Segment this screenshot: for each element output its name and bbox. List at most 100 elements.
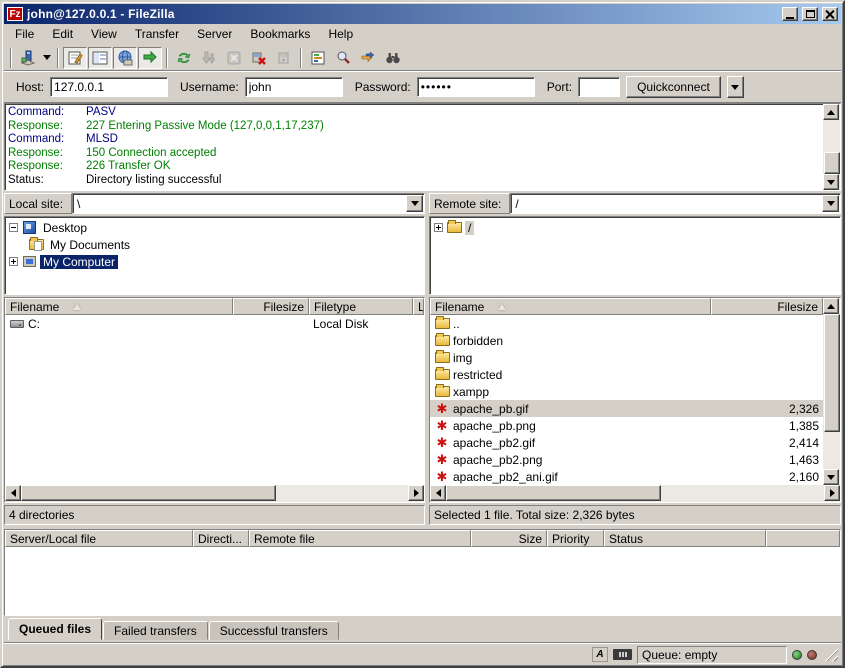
password-input[interactable] (417, 77, 535, 97)
file-row-selected[interactable]: ✱apache_pb.gif2,326 (430, 400, 823, 417)
file-row[interactable]: img (430, 349, 823, 366)
scroll-right-button[interactable] (408, 485, 424, 501)
disconnect-button[interactable] (247, 47, 271, 69)
file-row[interactable]: ✱apache_pb2.png1,463 (430, 451, 823, 468)
speed-limits-icon[interactable] (613, 649, 632, 660)
log-scrollbar[interactable] (823, 104, 840, 190)
toggle-remote-tree-button[interactable] (113, 47, 137, 69)
scroll-right-button[interactable] (824, 485, 840, 501)
file-row[interactable]: xampp (430, 383, 823, 400)
minimize-button[interactable] (782, 7, 798, 21)
titlebar[interactable]: Fz john@127.0.0.1 - FileZilla (4, 4, 841, 24)
cancel-button[interactable] (222, 47, 246, 69)
local-site-combo-button[interactable] (406, 195, 423, 212)
tree-item-my-computer[interactable]: My Computer (9, 253, 424, 270)
column-header-lastmodified[interactable]: L (413, 298, 424, 315)
close-button[interactable] (822, 7, 838, 21)
scrollbar-thumb[interactable] (446, 485, 661, 501)
column-header-size[interactable]: Size (471, 530, 547, 547)
scroll-left-button[interactable] (5, 485, 21, 501)
scrollbar-thumb[interactable] (824, 152, 840, 174)
host-input[interactable] (50, 77, 168, 97)
refresh-button[interactable] (172, 47, 196, 69)
file-row[interactable]: ✱apache_pb2_ani.gif2,160 (430, 468, 823, 485)
file-row[interactable]: ✱apache_pb2.gif2,414 (430, 434, 823, 451)
menu-help[interactable]: Help (319, 25, 362, 43)
reconnect-button[interactable] (272, 47, 296, 69)
local-horizontal-scrollbar[interactable] (5, 485, 424, 502)
tree-item-my-documents[interactable]: My Documents (9, 236, 424, 253)
toggle-transfer-queue-button[interactable] (138, 47, 162, 69)
toggle-local-tree-button[interactable] (88, 47, 112, 69)
remote-site-combo[interactable]: / (510, 193, 841, 214)
menu-view[interactable]: View (82, 25, 126, 43)
computer-icon (21, 254, 37, 270)
expand-icon[interactable] (434, 223, 443, 232)
resize-grip-icon[interactable] (824, 648, 838, 662)
find-files-button[interactable] (381, 47, 405, 69)
maximize-icon (806, 10, 815, 18)
scroll-up-button[interactable] (823, 298, 839, 314)
synchronized-browsing-button[interactable] (356, 47, 380, 69)
site-manager-dropdown[interactable] (41, 47, 53, 69)
scroll-left-button[interactable] (430, 485, 446, 501)
scroll-down-button[interactable] (823, 174, 839, 190)
collapse-icon[interactable] (9, 223, 18, 232)
column-header-filetype[interactable]: Filetype (309, 298, 413, 315)
column-header-filesize[interactable]: Filesize (711, 298, 823, 315)
scroll-up-button[interactable] (823, 104, 839, 120)
port-input[interactable] (578, 77, 620, 97)
quickconnect-button[interactable]: Quickconnect (626, 76, 721, 98)
remote-vertical-scrollbar[interactable] (823, 298, 840, 485)
expand-icon[interactable] (9, 257, 18, 266)
remote-site-combo-button[interactable] (822, 195, 839, 212)
menu-bookmarks[interactable]: Bookmarks (241, 25, 319, 43)
toolbar-separator (300, 48, 302, 68)
tree-item-root[interactable]: / (434, 219, 840, 236)
column-header-filesize[interactable]: Filesize (233, 298, 309, 315)
tree-item-desktop[interactable]: Desktop (9, 219, 424, 236)
file-row-c-drive[interactable]: C: Local Disk (5, 315, 424, 332)
tab-failed-transfers[interactable]: Failed transfers (103, 621, 208, 640)
remote-horizontal-scrollbar[interactable] (430, 485, 840, 502)
column-header-filename[interactable]: Filename (5, 298, 233, 315)
column-header-direction[interactable]: Directi... (193, 530, 249, 547)
menu-edit[interactable]: Edit (43, 25, 82, 43)
username-input[interactable] (245, 77, 343, 97)
scrollbar-thumb[interactable] (21, 485, 276, 501)
column-header-server-local-file[interactable]: Server/Local file (5, 530, 193, 547)
queue-body[interactable] (5, 547, 840, 615)
menu-transfer[interactable]: Transfer (126, 25, 188, 43)
file-row[interactable]: ✱apache_pb.png1,385 (430, 417, 823, 434)
directory-comparison-button[interactable] (331, 47, 355, 69)
column-header-remote-file[interactable]: Remote file (249, 530, 471, 547)
menu-server[interactable]: Server (188, 25, 241, 43)
remote-site-path: / (511, 197, 821, 211)
dropdown-arrow-icon (43, 55, 51, 60)
scroll-down-button[interactable] (823, 469, 839, 485)
column-header-filename[interactable]: Filename (430, 298, 711, 315)
log-line: Command:PASV (8, 106, 823, 120)
directory-listing-filter-button[interactable] (306, 47, 330, 69)
local-site-path: \ (73, 197, 405, 211)
local-site-combo[interactable]: \ (72, 193, 425, 214)
column-header-priority[interactable]: Priority (547, 530, 604, 547)
reconnect-icon (276, 50, 292, 66)
ascii-transfer-type-icon[interactable]: A (592, 647, 608, 662)
column-header-status[interactable]: Status (604, 530, 766, 547)
file-row[interactable]: .. (430, 315, 823, 332)
tab-queued-files[interactable]: Queued files (8, 618, 102, 640)
image-file-icon: ✱ (434, 435, 450, 451)
scrollbar-thumb[interactable] (824, 314, 840, 432)
file-row[interactable]: restricted (430, 366, 823, 383)
file-row[interactable]: forbidden (430, 332, 823, 349)
remote-site-label: Remote site: (429, 193, 510, 214)
quickconnect-dropdown[interactable] (727, 76, 744, 98)
transfer-queue-icon (142, 50, 158, 66)
menu-file[interactable]: File (6, 25, 43, 43)
toggle-message-log-button[interactable] (63, 47, 87, 69)
process-queue-button[interactable] (197, 47, 221, 69)
site-manager-button[interactable] (16, 47, 40, 69)
tab-successful-transfers[interactable]: Successful transfers (209, 621, 339, 640)
maximize-button[interactable] (802, 7, 818, 21)
